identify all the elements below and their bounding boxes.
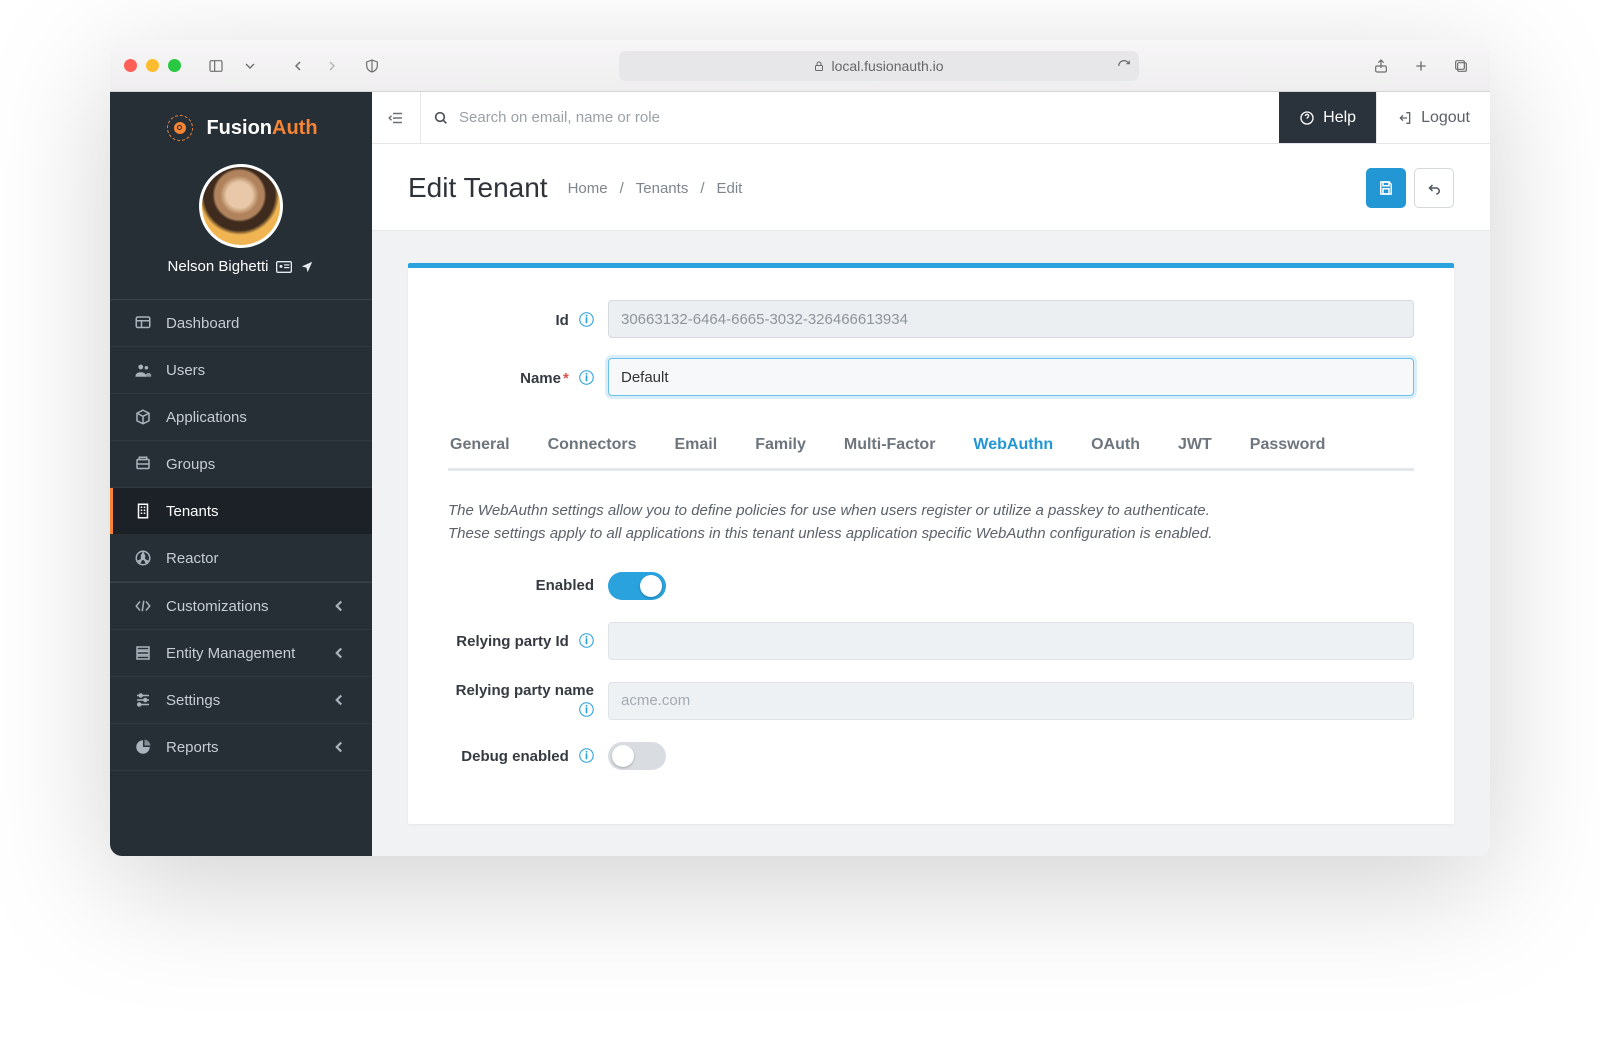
tenant-tabs: General Connectors Email Family Multi-Factor… — [448, 426, 1414, 471]
nav-label: Groups — [166, 456, 215, 473]
nav-label: Entity Management — [166, 645, 295, 662]
nav-label: Settings — [166, 692, 220, 709]
debug-label: Debug enabled ⓘ — [448, 745, 608, 766]
enabled-toggle[interactable] — [608, 572, 666, 600]
logout-label: Logout — [1421, 109, 1470, 127]
lock-icon — [813, 60, 825, 72]
breadcrumb-current: Edit — [717, 180, 743, 197]
page-header: Edit Tenant Home/ Tenants/ Edit — [372, 144, 1490, 231]
search-icon — [433, 110, 449, 126]
location-arrow-icon[interactable] — [300, 260, 314, 274]
window-close-button[interactable] — [124, 59, 137, 72]
tab-general[interactable]: General — [448, 426, 512, 468]
nav-label: Reports — [166, 739, 219, 756]
vcard-icon[interactable] — [276, 261, 292, 273]
tab-multi-factor[interactable]: Multi-Factor — [842, 426, 938, 468]
avatar[interactable] — [199, 164, 283, 248]
nav-groups[interactable]: Groups — [110, 441, 372, 488]
shield-icon[interactable] — [357, 53, 387, 79]
nav-label: Dashboard — [166, 315, 239, 332]
main: Help Logout Edit Tenant Home/ Tenants/ E… — [372, 92, 1490, 856]
nav-label: Applications — [166, 409, 247, 426]
reload-icon[interactable] — [1117, 59, 1131, 73]
breadcrumb-home[interactable]: Home — [568, 180, 608, 197]
save-button[interactable] — [1366, 168, 1406, 208]
info-icon[interactable]: ⓘ — [579, 370, 594, 387]
chevron-left-icon — [330, 597, 348, 615]
profile-name: Nelson Bighetti — [168, 258, 269, 275]
tab-jwt[interactable]: JWT — [1176, 426, 1214, 468]
nav-customizations[interactable]: Customizations — [110, 582, 372, 630]
tab-password[interactable]: Password — [1248, 426, 1328, 468]
chevron-left-icon — [330, 738, 348, 756]
new-tab-icon[interactable] — [1406, 53, 1436, 79]
topbar: Help Logout — [372, 92, 1490, 144]
nav-tenants[interactable]: Tenants — [110, 488, 372, 535]
info-icon[interactable]: ⓘ — [579, 633, 594, 650]
id-field-readonly: 30663132-6464-6665-3032-326466613934 — [608, 300, 1414, 338]
page-title: Edit Tenant — [408, 172, 548, 204]
brand-logo-icon — [164, 112, 196, 144]
webauthn-description: The WebAuthn settings allow you to defin… — [448, 499, 1228, 546]
nav-reports[interactable]: Reports — [110, 724, 372, 771]
search-input[interactable] — [459, 109, 1267, 126]
nav-label: Customizations — [166, 598, 269, 615]
name-label: Name* ⓘ — [448, 367, 608, 388]
nav-entity-management[interactable]: Entity Management — [110, 630, 372, 677]
info-icon[interactable]: ⓘ — [579, 748, 594, 765]
window-maximize-button[interactable] — [168, 59, 181, 72]
name-input[interactable] — [608, 358, 1414, 396]
tabs-overview-icon[interactable] — [1446, 53, 1476, 79]
nav-label: Tenants — [166, 503, 219, 520]
url-bar[interactable]: local.fusionauth.io — [619, 51, 1139, 81]
chevron-left-icon — [330, 644, 348, 662]
nav-settings[interactable]: Settings — [110, 677, 372, 724]
nav-back-button[interactable] — [283, 53, 313, 79]
share-icon[interactable] — [1366, 53, 1396, 79]
id-label: Id ⓘ — [448, 309, 608, 330]
chevron-down-icon[interactable] — [235, 53, 265, 79]
nav-label: Reactor — [166, 550, 219, 567]
tab-email[interactable]: Email — [673, 426, 720, 468]
help-label: Help — [1323, 109, 1356, 127]
nav-forward-button[interactable] — [317, 53, 347, 79]
profile-block: Nelson Bighetti — [110, 158, 372, 291]
breadcrumb-tenants[interactable]: Tenants — [636, 180, 689, 197]
relying-party-id-input[interactable] — [608, 622, 1414, 660]
help-button[interactable]: Help — [1279, 92, 1376, 143]
tab-family[interactable]: Family — [753, 426, 808, 468]
traffic-lights — [124, 59, 181, 72]
sidebar-collapse-button[interactable] — [372, 92, 420, 143]
tab-oauth[interactable]: OAuth — [1089, 426, 1142, 468]
nav-users[interactable]: Users — [110, 347, 372, 394]
nav-reactor[interactable]: Reactor — [110, 535, 372, 582]
info-icon[interactable]: ⓘ — [579, 312, 594, 329]
breadcrumb: Home/ Tenants/ Edit — [568, 180, 743, 197]
logout-button[interactable]: Logout — [1376, 92, 1490, 143]
sidebar: FusionAuth Nelson Bighetti Dashboar — [110, 92, 372, 856]
tab-connectors[interactable]: Connectors — [546, 426, 639, 468]
rp-id-label: Relying party Id ⓘ — [448, 630, 608, 651]
nav-list: Dashboard Users Applications Groups Tena… — [110, 299, 372, 771]
brand-name: FusionAuth — [206, 117, 317, 140]
sidebar-toggle-icon[interactable] — [201, 53, 231, 79]
debug-toggle[interactable] — [608, 742, 666, 770]
browser-chrome: local.fusionauth.io — [110, 40, 1490, 92]
info-icon[interactable]: ⓘ — [579, 702, 594, 719]
nav-dashboard[interactable]: Dashboard — [110, 299, 372, 347]
brand: FusionAuth — [110, 92, 372, 158]
nav-applications[interactable]: Applications — [110, 394, 372, 441]
tab-webauthn[interactable]: WebAuthn — [971, 426, 1055, 468]
nav-label: Users — [166, 362, 205, 379]
chevron-left-icon — [330, 691, 348, 709]
back-button[interactable] — [1414, 168, 1454, 208]
window-minimize-button[interactable] — [146, 59, 159, 72]
relying-party-name-input[interactable] — [608, 682, 1414, 720]
url-text: local.fusionauth.io — [831, 58, 943, 74]
tenant-panel: Id ⓘ 30663132-6464-6665-3032-32646661393… — [408, 263, 1454, 824]
enabled-label: Enabled — [448, 577, 608, 594]
rp-name-label: Relying party nameⓘ — [448, 682, 608, 720]
